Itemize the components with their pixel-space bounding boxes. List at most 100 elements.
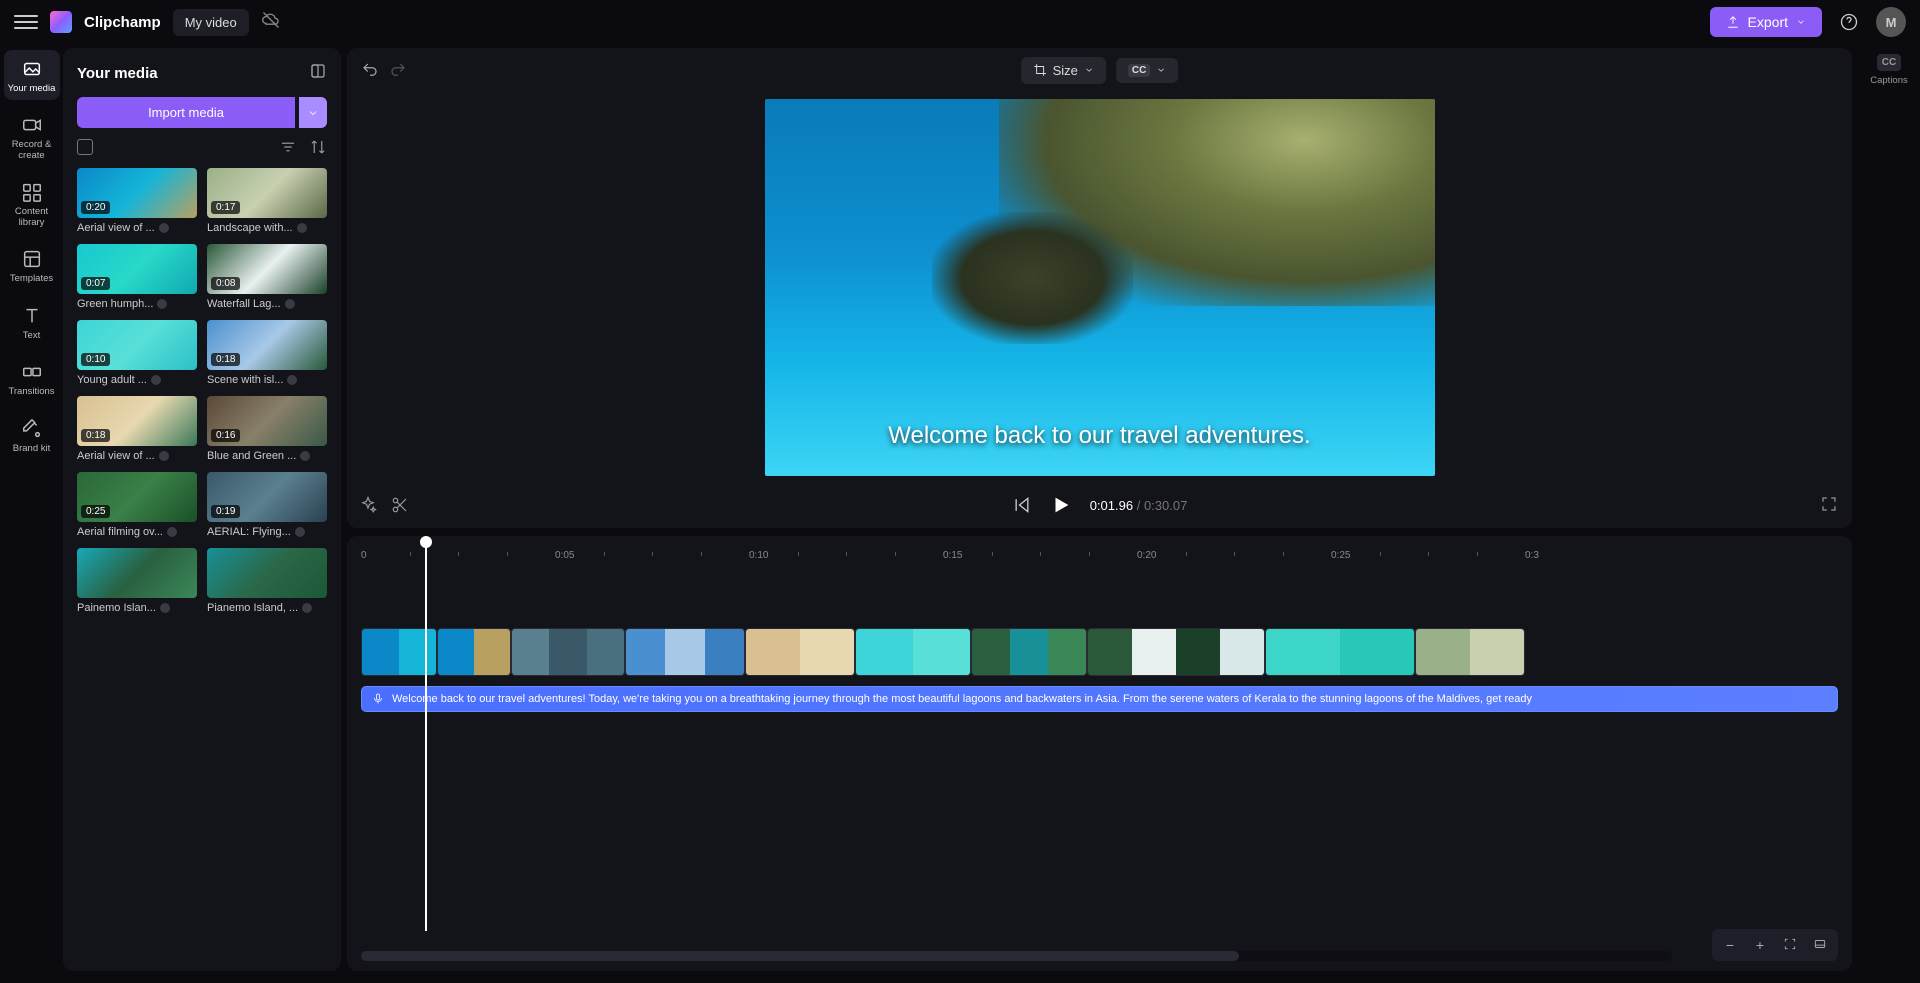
- sync-off-icon[interactable]: [261, 10, 281, 35]
- transport-controls: 0:01.96 / 0:30.07: [347, 482, 1852, 528]
- app-logo: [50, 11, 72, 33]
- left-rail: Your media Record & create Content library…: [0, 44, 63, 983]
- rail-label: Templates: [10, 274, 53, 284]
- clip-title: AERIAL: Flying...: [207, 526, 291, 538]
- check-icon: [160, 603, 170, 613]
- select-all-checkbox[interactable]: [77, 139, 93, 155]
- media-clip[interactable]: 0:08 Waterfall Lag...: [207, 244, 327, 310]
- media-clip[interactable]: 0:25Aerial filming ov...: [77, 472, 197, 538]
- check-icon: [157, 299, 167, 309]
- check-icon: [159, 223, 169, 233]
- timeline-clip[interactable]: [1415, 628, 1525, 676]
- zoom-in-button[interactable]: +: [1746, 933, 1774, 957]
- timeline-clip[interactable]: [971, 628, 1087, 676]
- audio-track[interactable]: Welcome back to our travel adventures! T…: [361, 686, 1838, 712]
- cc-icon: CC: [1877, 54, 1901, 71]
- ruler-mark: 0:25: [1331, 550, 1350, 561]
- check-icon: [159, 451, 169, 461]
- media-clip[interactable]: 0:17Landscape with...: [207, 168, 327, 234]
- captions-button[interactable]: CC Captions: [1870, 54, 1908, 86]
- import-media-button[interactable]: Import media: [77, 97, 295, 128]
- timeline-clip[interactable]: [625, 628, 745, 676]
- video-track[interactable]: [361, 628, 1838, 676]
- check-icon: [151, 375, 161, 385]
- brand-name: Clipchamp: [84, 14, 161, 31]
- filter-icon[interactable]: [279, 138, 297, 156]
- timeline-clip[interactable]: [511, 628, 625, 676]
- check-icon: [302, 603, 312, 613]
- media-clip[interactable]: Pianemo Island, ...: [207, 548, 327, 614]
- rail-templates[interactable]: Templates: [4, 240, 60, 290]
- chevron-down-icon: [1084, 65, 1094, 75]
- clip-duration: 0:18: [81, 429, 110, 442]
- play-button[interactable]: [1050, 494, 1072, 516]
- clip-title: Green humph...: [77, 298, 153, 310]
- undo-button[interactable]: [361, 61, 379, 79]
- media-clip[interactable]: 0:19AERIAL: Flying...: [207, 472, 327, 538]
- captions-label: Captions: [1870, 75, 1908, 86]
- media-grid: 0:20Aerial view of ...0:17Landscape with…: [77, 168, 327, 614]
- clip-duration: 0:08: [211, 277, 240, 290]
- timeline-clip[interactable]: [745, 628, 855, 676]
- rail-camera[interactable]: Record & create: [4, 106, 60, 167]
- check-icon: [287, 375, 297, 385]
- ruler-mark: 0:20: [1137, 550, 1156, 561]
- help-button[interactable]: [1834, 7, 1864, 37]
- export-button[interactable]: Export: [1710, 7, 1822, 37]
- media-clip[interactable]: 0:18Aerial view of ...: [77, 396, 197, 462]
- clip-title: Aerial view of ...: [77, 222, 155, 234]
- menu-button[interactable]: [14, 10, 38, 34]
- media-clip[interactable]: 0:16Blue and Green ...: [207, 396, 327, 462]
- clip-duration: 0:18: [211, 353, 240, 366]
- top-bar: Clipchamp My video Export M: [0, 0, 1920, 44]
- timeline-clip[interactable]: [437, 628, 511, 676]
- ruler-mark: 0:05: [555, 550, 574, 561]
- cc-selector[interactable]: CC: [1116, 58, 1178, 83]
- dock-button[interactable]: [1806, 933, 1834, 957]
- media-clip[interactable]: 0:20Aerial view of ...: [77, 168, 197, 234]
- clip-duration: 0:07: [81, 277, 110, 290]
- ruler-mark: 0:3: [1525, 550, 1539, 561]
- project-name[interactable]: My video: [173, 9, 249, 36]
- magic-icon[interactable]: [359, 496, 377, 514]
- crop-icon: [1033, 63, 1047, 77]
- clip-title: Young adult ...: [77, 374, 147, 386]
- timeline-clip[interactable]: [1265, 628, 1415, 676]
- panel-expand-icon[interactable]: [309, 62, 327, 85]
- size-selector[interactable]: Size: [1021, 57, 1106, 84]
- rail-media[interactable]: Your media: [4, 50, 60, 100]
- user-avatar[interactable]: M: [1876, 7, 1906, 37]
- clip-duration: 0:17: [211, 201, 240, 214]
- fullscreen-button[interactable]: [1820, 495, 1838, 518]
- size-label: Size: [1053, 63, 1078, 78]
- clip-title: Waterfall Lag...: [207, 298, 281, 310]
- ruler[interactable]: 00:050:100:150:200:250:3: [361, 546, 1838, 568]
- rail-label: Record & create: [4, 140, 60, 161]
- redo-button[interactable]: [389, 61, 407, 79]
- fit-button[interactable]: [1776, 933, 1804, 957]
- scissors-icon[interactable]: [391, 496, 409, 514]
- video-caption: Welcome back to our travel adventures.: [765, 422, 1435, 450]
- rail-text[interactable]: Text: [4, 297, 60, 347]
- timeline[interactable]: 00:050:100:150:200:250:3 Welcome back to…: [347, 536, 1852, 971]
- media-clip[interactable]: Painemo Islan...: [77, 548, 197, 614]
- timeline-scrollbar[interactable]: [361, 951, 1672, 961]
- rail-brandkit[interactable]: Brand kit: [4, 410, 60, 460]
- zoom-out-button[interactable]: −: [1716, 933, 1744, 957]
- media-clip[interactable]: 0:18Scene with isl...: [207, 320, 327, 386]
- skip-back-button[interactable]: [1012, 495, 1032, 515]
- video-stage[interactable]: Welcome back to our travel adventures.: [347, 92, 1852, 482]
- sort-icon[interactable]: [309, 138, 327, 156]
- clip-title: Pianemo Island, ...: [207, 602, 298, 614]
- media-clip[interactable]: 0:10Young adult ...: [77, 320, 197, 386]
- rail-transitions[interactable]: Transitions: [4, 353, 60, 403]
- playhead[interactable]: [425, 538, 427, 931]
- import-dropdown-button[interactable]: [299, 97, 327, 128]
- media-clip[interactable]: 0:07 Green humph...: [77, 244, 197, 310]
- timeline-clip[interactable]: [1087, 628, 1265, 676]
- media-panel-title: Your media: [77, 65, 158, 82]
- rail-label: Your media: [8, 84, 56, 94]
- mic-icon: [372, 693, 384, 705]
- timeline-clip[interactable]: [855, 628, 971, 676]
- rail-library[interactable]: Content library: [4, 173, 60, 234]
